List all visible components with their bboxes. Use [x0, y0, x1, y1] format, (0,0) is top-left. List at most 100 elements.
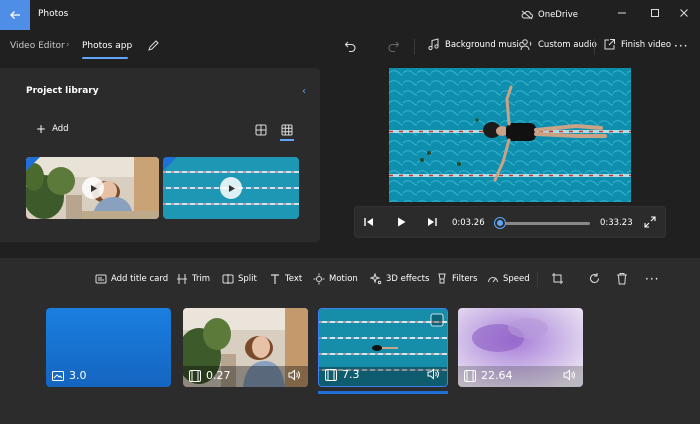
seek-bar[interactable] [498, 222, 590, 225]
video-clip-icon [464, 369, 476, 382]
fullscreen-button[interactable] [644, 216, 658, 228]
speed-label: Speed [503, 274, 530, 284]
app-title: Photos [38, 9, 69, 19]
trash-icon [617, 273, 627, 285]
small-grid-view-button[interactable] [281, 124, 293, 136]
music-note-icon [428, 38, 439, 51]
previous-frame-button[interactable] [363, 216, 377, 228]
undo-icon [344, 41, 356, 53]
maximize-button[interactable] [647, 6, 663, 20]
clip-duration-label: 3.0 [52, 369, 87, 382]
undo-button[interactable] [344, 40, 357, 56]
split-button[interactable]: Split [222, 273, 257, 285]
large-grid-view-button[interactable] [255, 124, 267, 136]
library-item[interactable] [163, 157, 299, 219]
next-frame-button[interactable] [426, 216, 440, 228]
clip-duration: 7.3 [342, 368, 360, 381]
video-clip-icon [325, 368, 337, 381]
3d-effects-button[interactable]: 3D effects [370, 273, 429, 285]
play-button[interactable] [395, 216, 409, 228]
split-icon [222, 274, 234, 284]
motion-button[interactable]: Motion [313, 273, 358, 285]
crop-button[interactable] [551, 272, 564, 288]
text-label: Text [285, 274, 303, 284]
grid-large-icon [255, 124, 267, 136]
chevron-left-icon: ‹ [302, 86, 306, 97]
grid-small-icon [281, 124, 293, 136]
storyboard-clip[interactable]: 3.0 [46, 308, 171, 387]
add-media-button[interactable]: + Add [36, 122, 69, 136]
speedometer-icon [488, 277, 498, 283]
filters-label: Filters [452, 274, 478, 284]
close-button[interactable] [676, 6, 692, 20]
play-badge [82, 177, 104, 199]
storyboard-clip[interactable]: 0.27 [183, 308, 308, 387]
trim-icon [177, 274, 187, 284]
clip-duration-label: 22.64 [464, 369, 513, 382]
minimize-button[interactable] [614, 6, 630, 20]
add-title-card-label: Add title card [111, 274, 169, 284]
back-button[interactable] [0, 0, 30, 30]
pool-swimmer-frame [389, 68, 631, 202]
chevron-right-icon: › [66, 40, 70, 50]
breadcrumb-video-editor[interactable]: Video Editor [10, 41, 65, 51]
plus-icon: + [36, 122, 47, 136]
skip-forward-icon [428, 218, 437, 226]
storyboard-more-button[interactable]: ··· [645, 272, 659, 286]
motion-label: Motion [329, 274, 358, 284]
clip-duration-label: 7.3 [325, 368, 360, 381]
trim-label: Trim [192, 274, 211, 284]
clip-duration: 3.0 [69, 369, 87, 382]
total-time: 0:33.23 [600, 218, 633, 228]
clip-duration-label: 0.27 [189, 369, 231, 382]
breadcrumb-current: Photos app [82, 41, 133, 51]
rename-button[interactable] [146, 39, 160, 53]
in-use-badge [163, 157, 177, 171]
seek-handle[interactable] [495, 218, 505, 228]
in-use-badge [26, 157, 40, 171]
video-clip-icon [189, 369, 201, 382]
clip-duration: 22.64 [481, 369, 513, 382]
delete-button[interactable] [616, 272, 628, 288]
text-button[interactable]: Text [269, 273, 302, 285]
view-selected-indicator [280, 139, 294, 141]
play-badge [220, 177, 242, 199]
minimize-icon [618, 12, 626, 14]
redo-button[interactable] [387, 40, 400, 56]
finish-video-button[interactable]: Finish video [603, 38, 671, 51]
skip-back-icon [364, 218, 373, 226]
sparkle-icon [370, 273, 382, 285]
play-icon [90, 184, 97, 192]
close-icon [680, 9, 688, 17]
cloud-off-icon [521, 10, 533, 20]
project-library-title: Project library [26, 86, 99, 96]
filter-icon [438, 273, 446, 284]
maximize-icon [651, 9, 659, 17]
export-icon [604, 39, 615, 50]
storyboard-clip-selected[interactable]: 7.3 [318, 308, 448, 387]
expand-icon [644, 216, 656, 228]
library-item[interactable] [26, 157, 159, 219]
collapse-library-button[interactable]: ‹ [302, 86, 306, 97]
trim-button[interactable]: Trim [176, 273, 210, 285]
person-audio-icon [520, 39, 532, 51]
clip-selected-indicator [318, 391, 448, 394]
onedrive-status[interactable]: OneDrive [521, 10, 578, 20]
custom-audio-button[interactable]: Custom audio [520, 38, 597, 51]
rotate-icon [590, 273, 600, 284]
play-icon [398, 217, 406, 227]
add-title-card-button[interactable]: Add title card [95, 273, 168, 285]
redo-icon [388, 41, 400, 53]
storyboard-clip[interactable]: 22.64 [458, 308, 583, 387]
custom-audio-label: Custom audio [538, 39, 597, 50]
speed-button[interactable]: Speed [487, 273, 530, 285]
more-options-button[interactable]: ··· [674, 39, 688, 53]
title-card-icon [95, 274, 107, 284]
split-label: Split [238, 274, 257, 284]
rotate-button[interactable] [588, 272, 601, 288]
background-music-button[interactable]: Background music [427, 38, 524, 51]
speaker-icon [427, 368, 439, 380]
filters-button[interactable]: Filters [436, 273, 477, 285]
text-icon [271, 274, 279, 284]
title-bar [0, 0, 700, 30]
